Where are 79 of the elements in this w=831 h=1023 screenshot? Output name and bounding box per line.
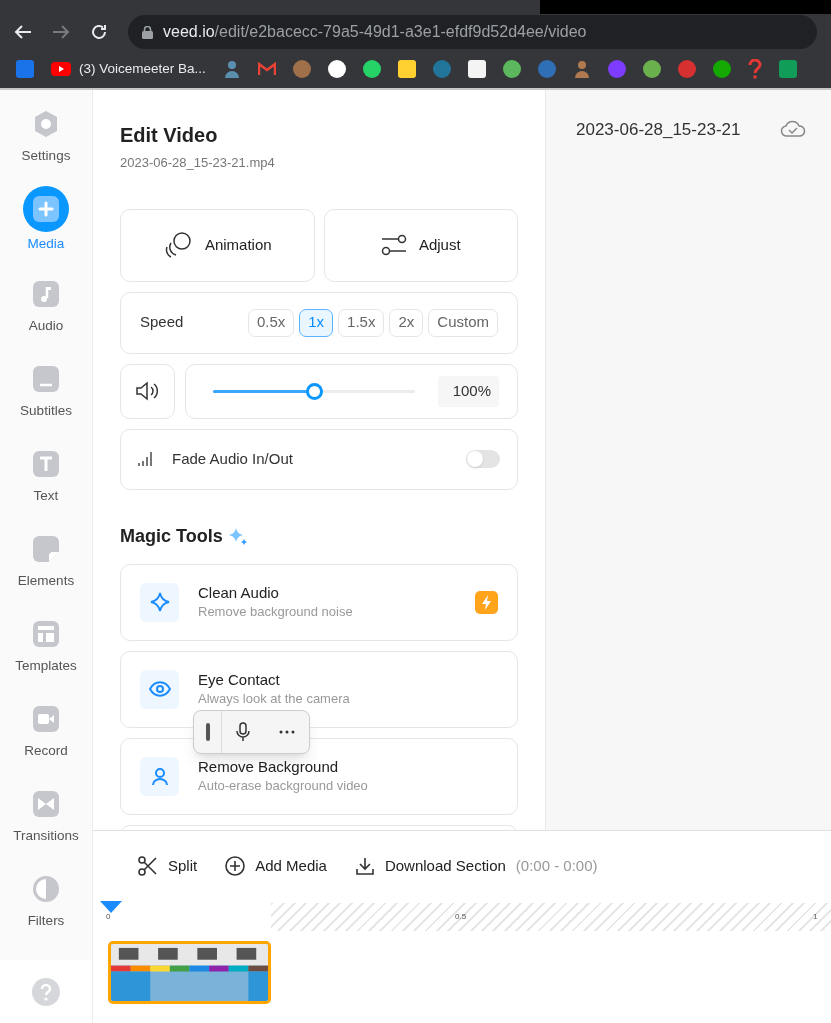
download-icon (354, 856, 375, 876)
sidebar-item[interactable]: Text (0, 450, 93, 535)
signal-bars-icon (138, 451, 154, 467)
sticker-icon (32, 535, 60, 563)
speed-option[interactable]: Custom (428, 308, 498, 337)
speaker-icon (134, 381, 161, 401)
eye-icon (148, 681, 171, 697)
half-circle-icon (32, 875, 60, 903)
action-button[interactable]: Animation (120, 208, 315, 282)
fade-label: Fade Audio In/Out (172, 448, 294, 469)
sparkle-icon (149, 592, 170, 612)
gear-icon (32, 110, 60, 138)
section-title: Magic Tools (120, 524, 223, 548)
bowtie-icon (32, 790, 60, 818)
panel-title: Edit Video (120, 123, 219, 148)
sliders-icon (380, 234, 407, 256)
file-name: 2023-06-28_15-23-21.mp4 (120, 154, 276, 172)
bookmark-icon[interactable] (467, 60, 486, 78)
text-icon (32, 450, 60, 478)
bookmark-icon[interactable] (397, 60, 416, 78)
bookmark-icon[interactable] (502, 60, 521, 78)
bookmark-icon[interactable] (327, 60, 346, 78)
question-icon[interactable] (747, 59, 762, 79)
back-arrow-icon[interactable] (14, 24, 32, 40)
timeline-action[interactable]: Download Section (0:00 - 0:00) (354, 854, 598, 878)
action-button[interactable]: Adjust (323, 208, 518, 282)
person-icon[interactable] (572, 60, 591, 78)
tool-title: Remove Background (198, 757, 340, 777)
slider-thumb[interactable] (306, 382, 323, 400)
microphone-icon[interactable] (236, 722, 251, 742)
tool-title: Clean Audio (198, 583, 280, 603)
lock-icon (142, 25, 153, 39)
add-circle-icon (225, 856, 246, 876)
project-title: 2023-06-28_15-23-21 (576, 119, 741, 141)
play-icon (51, 62, 71, 76)
lightning-badge-icon (475, 590, 498, 614)
url-text: veed.io/edit/e2bacecc-79a5-49d1-a3e1-efdf9d52d4ee/video (163, 22, 587, 42)
timeline-action[interactable]: Add Media (225, 854, 327, 878)
volume-button[interactable] (120, 363, 175, 419)
cloud-check-icon (780, 119, 807, 137)
layout-icon (32, 620, 60, 648)
sidebar-item[interactable]: Templates (0, 620, 93, 705)
time-tick: 1 (813, 911, 818, 923)
camera-icon (32, 705, 60, 733)
tool-description: Always look at the camera (198, 691, 351, 708)
sidebar-item[interactable]: Elements (0, 535, 93, 620)
tool-description: Auto-erase background video (198, 778, 369, 795)
forward-arrow-icon[interactable] (52, 24, 70, 40)
address-bar[interactable]: veed.io/edit/e2bacecc-79a5-49d1-a3e1-efdf9d52d4ee/video (128, 15, 817, 49)
time-tick: 0 (106, 911, 111, 923)
sidebar-item[interactable]: Subtitles (0, 365, 93, 450)
timeline-action[interactable]: Split (138, 854, 198, 878)
sidebar-item[interactable]: Transitions (0, 790, 93, 875)
person-icon[interactable] (222, 60, 241, 78)
fade-toggle[interactable] (466, 450, 500, 468)
subtitles-icon (32, 365, 60, 393)
tool-title: Eye Contact (198, 670, 281, 690)
speed-option[interactable]: 1.5x (338, 308, 385, 337)
sidebar-item[interactable]: Audio (0, 280, 93, 365)
tool-card[interactable]: Clean Audio Remove background noise (120, 563, 518, 641)
speed-option[interactable]: 2x (389, 308, 424, 337)
tool-description: Remove background noise (198, 604, 354, 621)
plus-icon (32, 195, 60, 223)
music-note-icon (32, 280, 60, 308)
sidebar-item[interactable]: Record (0, 705, 93, 790)
volume-reading: 100% (438, 375, 499, 407)
drag-handle-icon[interactable] (205, 723, 210, 741)
sidebar-item[interactable]: Filters (0, 875, 93, 960)
time-tick: 0.5 (455, 911, 467, 923)
more-icon[interactable] (278, 730, 295, 734)
speed-option[interactable]: 0.5x (247, 308, 295, 337)
bookmark-link[interactable]: (3) Voicemeeter Ba... (51, 58, 206, 80)
mail-icon[interactable] (257, 62, 276, 76)
reload-icon[interactable] (90, 23, 108, 41)
speed-label: Speed (140, 312, 185, 333)
bookmark-icon[interactable] (362, 60, 381, 78)
scissors-icon (138, 856, 158, 876)
sparkles-icon (228, 527, 247, 545)
playhead-icon[interactable] (100, 901, 122, 913)
